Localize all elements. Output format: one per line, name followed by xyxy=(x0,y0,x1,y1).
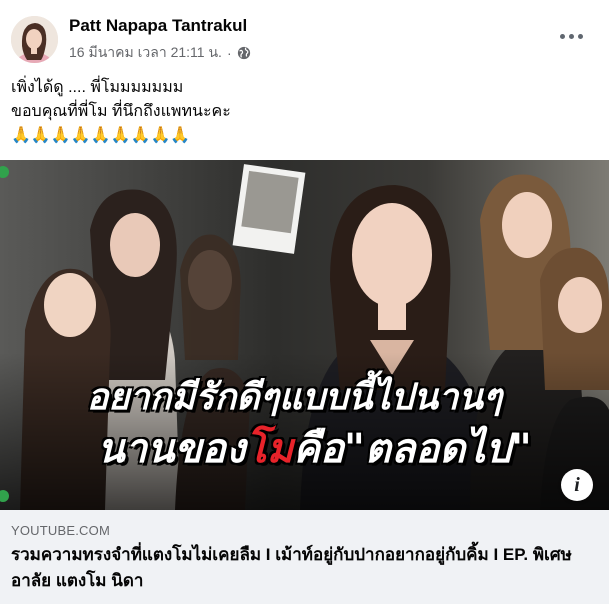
link-preview[interactable]: YOUTUBE.COM รวมความทรงจำที่แตงโมไม่เคยลื… xyxy=(0,510,609,604)
link-domain: YOUTUBE.COM xyxy=(11,523,110,538)
author-name[interactable]: Patt Napapa Tantrakul xyxy=(69,16,247,36)
globe-icon[interactable] xyxy=(237,46,251,60)
caption-line: เพิ่งได้ดู .... พี่โมมมมมมม xyxy=(11,79,184,96)
post-timestamp[interactable]: 16 มีนาคม เวลา 21:11 น. xyxy=(69,42,222,64)
post-meta: 16 มีนาคม เวลา 21:11 น. · xyxy=(69,42,251,64)
link-title[interactable]: รวมความทรงจำที่แตงโมไม่เคยลืม I เม้าท์อย… xyxy=(11,542,601,594)
author-avatar[interactable] xyxy=(11,16,58,63)
caption-line: 🙏🙏🙏🙏🙏🙏🙏🙏🙏 xyxy=(11,127,191,144)
post-caption: เพิ่งได้ดู .... พี่โมมมมมมม ขอบคุณที่พี่… xyxy=(11,76,231,148)
info-icon[interactable]: i xyxy=(561,469,593,501)
facebook-post: Patt Napapa Tantrakul 16 มีนาคม เวลา 21:… xyxy=(0,0,609,604)
thumbnail-headline-line2: นานของโมคือ"ตลอดไป" xyxy=(97,426,532,472)
meta-separator: · xyxy=(226,45,232,61)
caption-line: ขอบคุณที่พี่โม ที่นึกถึงแพทนะคะ xyxy=(11,103,231,120)
link-thumbnail-image[interactable]: อยากมีรักดีๆแบบนี้ไปนานๆ นานของโมคือ"ตลอ… xyxy=(0,160,609,510)
more-options-icon[interactable] xyxy=(556,26,586,46)
